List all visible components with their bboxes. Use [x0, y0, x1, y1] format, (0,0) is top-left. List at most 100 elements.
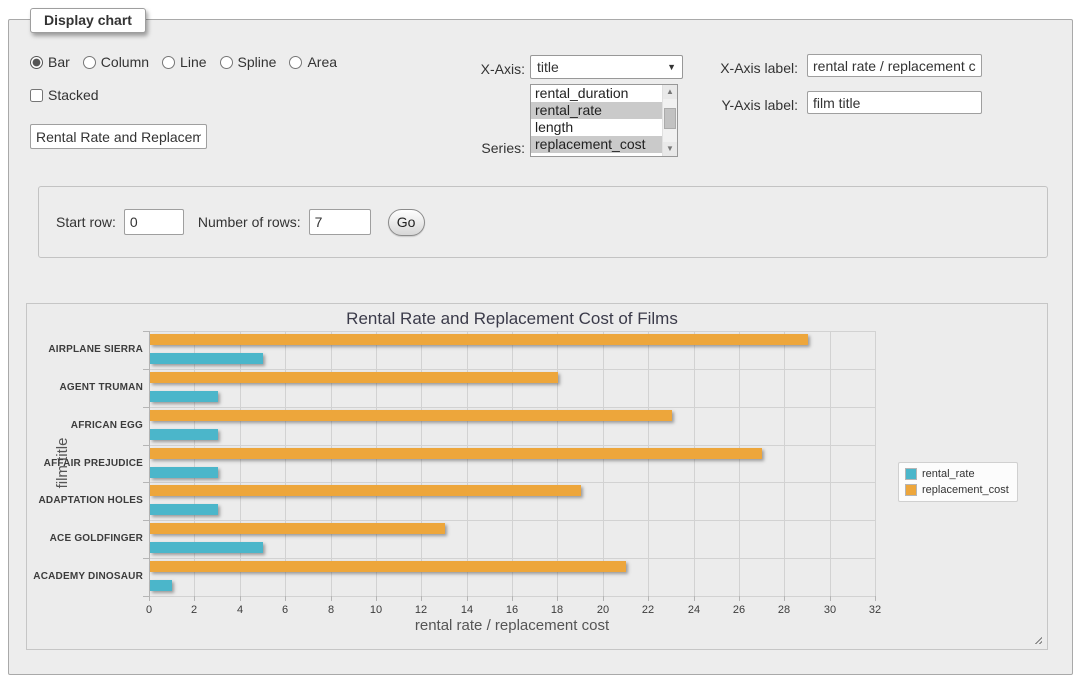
x-tick-label: 18: [542, 604, 572, 616]
start-row-label: Start row:: [56, 214, 116, 230]
chart-type-radio-group: Bar Column Line Spline Area: [30, 54, 337, 70]
category-tick: [143, 331, 149, 332]
x-axis-tick: [875, 596, 876, 601]
bar-rental_rate[interactable]: [150, 580, 172, 591]
number-of-rows-input[interactable]: [309, 209, 371, 235]
category-label: AFFAIR PREJUDICE: [21, 458, 143, 469]
x-tick-label: 16: [497, 604, 527, 616]
chart-type-radio-line[interactable]: Line: [162, 54, 206, 70]
category-tick: [143, 520, 149, 521]
chart-title: Rental Rate and Replacement Cost of Film…: [149, 309, 875, 329]
x-axis-select-label: X-Axis:: [430, 61, 525, 77]
bar-replacement_cost[interactable]: [150, 372, 558, 383]
stacked-label: Stacked: [48, 87, 99, 103]
x-axis-select[interactable]: title ▼: [530, 55, 683, 79]
category-tick: [143, 558, 149, 559]
x-axis-tick: [784, 596, 785, 601]
radio-line[interactable]: [162, 56, 175, 69]
category-label: ADAPTATION HOLES: [21, 495, 143, 506]
plot-area: 02468101214161820222426283032AIRPLANE SI…: [149, 331, 875, 596]
gridline-vertical: [603, 331, 604, 596]
chart-type-radio-bar[interactable]: Bar: [30, 54, 70, 70]
series-select-label: Series:: [430, 140, 525, 156]
series-option[interactable]: rental_rate: [531, 102, 662, 119]
gridline-vertical: [376, 331, 377, 596]
radio-spline[interactable]: [220, 56, 233, 69]
bar-rental_rate[interactable]: [150, 429, 218, 440]
x-axis-label-input[interactable]: [807, 54, 982, 77]
x-tick-label: 20: [588, 604, 618, 616]
x-axis-tick: [557, 596, 558, 601]
radio-column-label: Column: [101, 54, 149, 70]
x-axis-selected-value: title: [537, 59, 667, 75]
x-tick-label: 6: [270, 604, 300, 616]
stacked-checkbox-wrap[interactable]: Stacked: [30, 87, 99, 103]
x-axis-tick: [240, 596, 241, 601]
x-tick-label: 24: [679, 604, 709, 616]
go-button[interactable]: Go: [388, 209, 425, 236]
gridline-vertical: [739, 331, 740, 596]
category-tick: [143, 482, 149, 483]
resize-handle-icon[interactable]: [1032, 634, 1042, 644]
series-listbox-scrollbar[interactable]: ▲ ▼: [662, 85, 677, 156]
y-axis-label-field-label: Y-Axis label:: [698, 97, 798, 113]
radio-column[interactable]: [83, 56, 96, 69]
bar-replacement_cost[interactable]: [150, 561, 626, 572]
bar-rental_rate[interactable]: [150, 504, 218, 515]
legend-item-rental_rate[interactable]: rental_rate: [905, 468, 1009, 480]
x-axis-tick: [376, 596, 377, 601]
x-tick-label: 14: [452, 604, 482, 616]
legend-swatch-icon: [905, 484, 917, 496]
start-row-input[interactable]: [124, 209, 184, 235]
bar-rental_rate[interactable]: [150, 467, 218, 478]
series-options: rental_durationrental_ratelengthreplacem…: [531, 85, 662, 156]
chart-type-radio-area[interactable]: Area: [289, 54, 337, 70]
app-window: Display chart Bar Column Line Spline Are…: [0, 0, 1081, 681]
radio-bar[interactable]: [30, 56, 43, 69]
bar-rental_rate[interactable]: [150, 353, 263, 364]
bar-rental_rate[interactable]: [150, 391, 218, 402]
gridline-vertical: [285, 331, 286, 596]
series-option[interactable]: length: [531, 119, 662, 136]
x-axis-tick: [331, 596, 332, 601]
bar-replacement_cost[interactable]: [150, 523, 445, 534]
legend-label: replacement_cost: [922, 484, 1009, 496]
gridline-vertical: [512, 331, 513, 596]
chart-type-radio-spline[interactable]: Spline: [220, 54, 277, 70]
legend-label: rental_rate: [922, 468, 975, 480]
fieldset-legend: Display chart: [30, 8, 146, 33]
bar-replacement_cost[interactable]: [150, 410, 672, 421]
series-listbox[interactable]: rental_durationrental_ratelengthreplacem…: [530, 84, 678, 157]
bar-replacement_cost[interactable]: [150, 334, 808, 345]
radio-area[interactable]: [289, 56, 302, 69]
x-tick-label: 4: [225, 604, 255, 616]
chart-title-input[interactable]: [30, 124, 207, 149]
category-label: AFRICAN EGG: [21, 420, 143, 431]
x-axis-tick: [285, 596, 286, 601]
number-of-rows-label: Number of rows:: [198, 214, 301, 230]
series-option[interactable]: replacement_cost: [531, 136, 662, 153]
x-axis-tick: [194, 596, 195, 601]
category-tick: [143, 369, 149, 370]
scrollbar-thumb[interactable]: [664, 108, 676, 129]
category-tick: [143, 407, 149, 408]
x-axis-tick: [603, 596, 604, 601]
y-axis-label-input[interactable]: [807, 91, 982, 114]
scrollbar-track[interactable]: [663, 99, 677, 142]
chart-container: Rental Rate and Replacement Cost of Film…: [26, 303, 1048, 650]
legend-item-replacement_cost[interactable]: replacement_cost: [905, 484, 1009, 496]
series-option[interactable]: rental_duration: [531, 85, 662, 102]
x-tick-label: 32: [860, 604, 890, 616]
chart-legend: rental_rate replacement_cost: [898, 462, 1018, 502]
bar-rental_rate[interactable]: [150, 542, 263, 553]
stacked-checkbox[interactable]: [30, 89, 43, 102]
x-axis-tick: [421, 596, 422, 601]
x-axis-tick: [648, 596, 649, 601]
scrollbar-up-icon[interactable]: ▲: [663, 85, 677, 99]
scrollbar-down-icon[interactable]: ▼: [663, 142, 677, 156]
legend-swatch-icon: [905, 468, 917, 480]
bar-replacement_cost[interactable]: [150, 485, 581, 496]
chart-type-radio-column[interactable]: Column: [83, 54, 149, 70]
x-tick-label: 12: [406, 604, 436, 616]
bar-replacement_cost[interactable]: [150, 448, 762, 459]
